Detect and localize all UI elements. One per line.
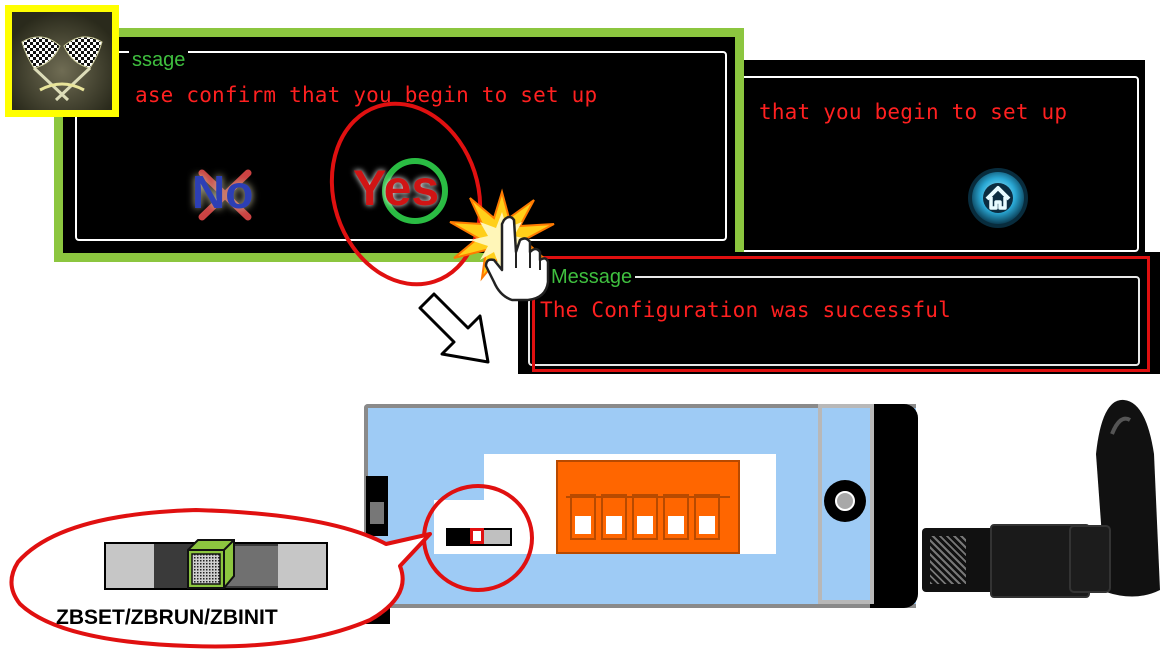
back-dialog-message: that you begin to set up (759, 100, 1068, 124)
terminal-slot (663, 494, 689, 540)
result-dialog-legend: Message (548, 266, 636, 288)
terminal-slot (632, 494, 658, 540)
device-screw (824, 480, 866, 522)
no-label: No (192, 166, 254, 218)
home-button[interactable] (965, 165, 1031, 231)
flags-badge (5, 5, 119, 117)
result-dialog: Message The Configuration was successful (518, 252, 1160, 374)
home-icon (968, 168, 1028, 228)
checkered-flags-icon (12, 12, 112, 110)
terminal-slots (570, 494, 734, 542)
terminal-slot (601, 494, 627, 540)
confirm-dialog-legend: ssage (129, 49, 189, 71)
antenna-whip-icon (1069, 399, 1160, 597)
antenna-connector (922, 528, 998, 592)
down-right-arrow-icon (418, 292, 490, 364)
switch-callout-label: ZBSET/ZBRUN/ZBINIT (56, 606, 278, 629)
terminal-slot (570, 494, 596, 540)
callout-switch-knob-icon (187, 539, 235, 589)
result-dialog-message: The Configuration was successful (540, 298, 951, 322)
no-button[interactable]: No (186, 163, 266, 223)
device-end-cap (870, 404, 918, 608)
back-dialog: that you begin to set up (735, 60, 1145, 252)
terminal-slot (694, 494, 720, 540)
